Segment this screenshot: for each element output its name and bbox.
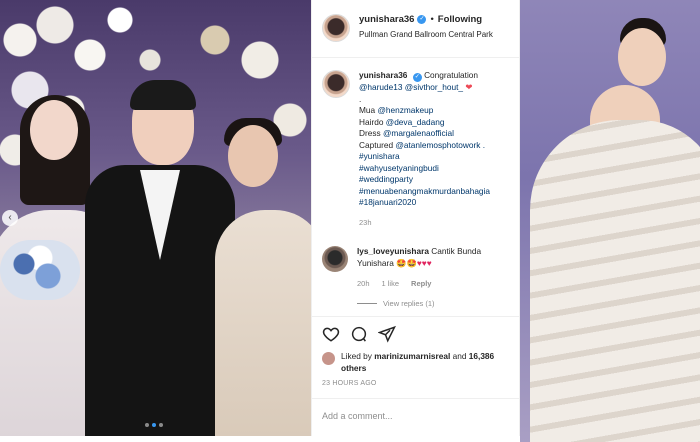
hashtag[interactable]: #menuabenangmakmurdanbahagia [359,186,509,198]
guest-face [228,125,278,187]
caption-dot: . [359,93,362,104]
likes-middle: and [452,351,467,361]
add-comment-input[interactable]: Add a comment... [312,398,521,436]
caption-time: 23h [359,217,372,227]
comment-username[interactable]: lys_loveyunishara [357,246,429,256]
mua-label: Mua [359,105,376,115]
avatar[interactable] [322,14,350,42]
verified-icon: ✓ [417,15,427,24]
comment-time: 20h [357,279,370,288]
comment-emoji: 🤩🤩♥♥♥ [396,257,432,268]
hashtag[interactable]: #18januari2020 [359,197,509,209]
gown-photo [520,0,700,442]
divider [357,302,377,304]
comment-likes[interactable]: 1 like [382,278,400,290]
caption-username[interactable]: yunishara36 [359,70,407,80]
hairdo-label: Hairdo [359,116,384,127]
dress-label: Dress [359,128,381,138]
carousel-dot-active [152,423,156,427]
mua-link[interactable]: @henzmakeup [377,105,433,115]
heart-icon[interactable] [322,325,340,343]
post-actions: Liked by marinizumarnisreal and 16,386 o… [312,316,521,387]
verified-icon: ✓ [412,73,422,82]
post-header: yunishara36 ✓ • Following Pullman Grand … [312,0,519,58]
instagram-post-panel: yunishara36 ✓ • Following Pullman Grand … [311,0,521,436]
likes-summary: Liked by marinizumarnisreal and 16,386 o… [322,351,511,374]
carousel-dot [145,423,149,427]
view-replies-label[interactable]: View replies (1) [383,298,435,310]
separator-dot: • [430,14,434,25]
post-timestamp: 23 HOURS AGO [322,380,377,387]
post-username[interactable]: yunishara36 [359,14,414,25]
hashtag[interactable]: #wahyusetyaningbudi [359,163,509,175]
likes-prefix: Liked by [341,351,372,361]
chevron-left-icon[interactable]: ‹ [2,210,18,226]
hairdo-link[interactable]: @deva_dadang [386,117,445,127]
carousel-dot [159,423,163,427]
guest-dress [215,210,311,436]
bouquet [0,240,80,300]
avatar[interactable] [322,246,348,272]
dress-link[interactable]: @margalenaofficial [383,128,454,138]
avatar[interactable] [322,70,350,98]
caption: yunishara36 ✓ Congratulation @harude13 @… [312,58,519,228]
hashtag[interactable]: #weddingparty [359,174,509,186]
reply-button[interactable]: Reply [411,278,431,290]
hashtag[interactable]: #yunishara [359,151,509,163]
wedding-photo: ‹ [0,0,311,436]
caption-mentions[interactable]: @harude13 @sivthor_hout_ [359,82,463,92]
share-icon[interactable] [378,325,396,343]
carousel-dots [145,423,163,427]
view-replies-button[interactable]: View replies (1) [357,298,509,310]
ruffled-gown [530,120,700,442]
avatar[interactable] [322,352,335,365]
likes-user[interactable]: marinizumarnisreal [374,351,450,361]
captured-link[interactable]: @atanlemosphotowork . [395,140,485,150]
caption-text: Congratulation [424,70,479,80]
comment-icon[interactable] [350,325,368,343]
captured-label: Captured [359,139,394,150]
comment: lys_loveyunishara Cantik Bunda Yunishara… [312,228,519,309]
heart-emoji-icon: ❤ [465,82,473,92]
bride-face [30,100,78,160]
model-face [618,28,666,86]
post-location[interactable]: Pullman Grand Ballroom Central Park [359,30,493,39]
groom-hair [130,80,196,110]
following-button[interactable]: Following [438,14,482,25]
